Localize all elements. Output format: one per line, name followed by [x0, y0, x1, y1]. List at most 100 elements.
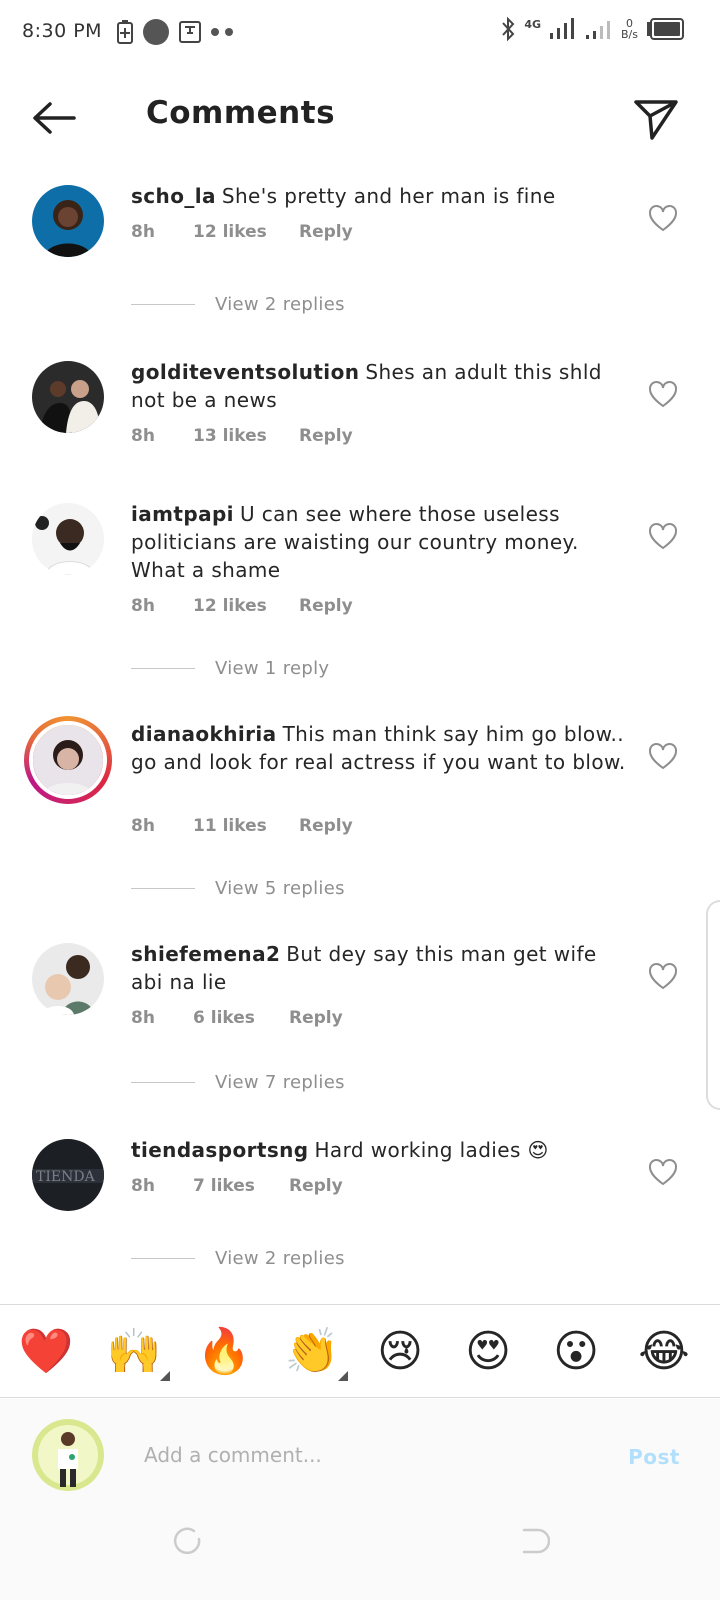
- view-replies-label: View 2 replies: [215, 294, 345, 315]
- paper-plane-icon: [634, 100, 678, 140]
- comment-time: 8h: [131, 1176, 155, 1196]
- avatar[interactable]: [32, 943, 104, 1015]
- reply-button[interactable]: Reply: [299, 596, 353, 616]
- post-button[interactable]: Post: [628, 1445, 680, 1469]
- more-notifications-icon: [211, 28, 233, 36]
- heart-icon[interactable]: [648, 962, 678, 990]
- comment-meta: 8h 7 likes Reply: [131, 1176, 343, 1196]
- view-replies-button[interactable]: View 2 replies: [131, 294, 345, 315]
- status-system-icons: 4G 0 B/s: [500, 16, 684, 42]
- user-photo-icon: TIENDA: [32, 1139, 104, 1211]
- comment-input[interactable]: [144, 1435, 604, 1475]
- comment-time: 8h: [131, 222, 155, 242]
- back-nav-icon[interactable]: [520, 1526, 550, 1556]
- comment-likes[interactable]: 12 likes: [193, 596, 299, 616]
- emoji-fire-button[interactable]: 🔥: [194, 1327, 254, 1377]
- comment-time: 8h: [131, 1008, 155, 1028]
- comment-likes[interactable]: 7 likes: [193, 1176, 289, 1196]
- comments-header: Comments: [0, 80, 720, 156]
- reply-button[interactable]: Reply: [299, 426, 353, 446]
- sim-notification-icon: [179, 21, 201, 43]
- signal-strength-icon: [550, 18, 575, 39]
- view-replies-label: View 7 replies: [215, 1072, 345, 1093]
- user-photo-icon: [32, 503, 104, 575]
- comment-username[interactable]: shiefemena2: [131, 942, 280, 966]
- avatar-with-story-ring[interactable]: [24, 716, 112, 804]
- home-nav-icon[interactable]: [172, 1526, 202, 1556]
- status-bar: 8:30 PM 4G 0 B/s: [0, 0, 720, 64]
- heart-icon[interactable]: [648, 380, 678, 408]
- emoji-heart-eyes-button[interactable]: 😍: [458, 1327, 518, 1377]
- avatar[interactable]: [32, 503, 104, 575]
- comment-meta: 8h 12 likes Reply: [131, 596, 353, 616]
- comment-username[interactable]: scho_la: [131, 184, 216, 208]
- emoji-raised-hands-button[interactable]: 🙌: [104, 1326, 170, 1381]
- comment-likes[interactable]: 13 likes: [193, 426, 299, 446]
- replies-divider: [131, 888, 195, 889]
- side-panel-handle[interactable]: [706, 900, 720, 1110]
- emoji-heart-button[interactable]: ❤️: [16, 1327, 76, 1377]
- comment-text: scho_la She's pretty and her man is fine: [131, 182, 626, 210]
- reply-button[interactable]: Reply: [299, 222, 353, 242]
- emoji-laughing-button[interactable]: 😂: [634, 1327, 694, 1377]
- view-replies-button[interactable]: View 1 reply: [131, 658, 329, 679]
- user-photo-icon: [33, 725, 103, 795]
- comment-body: Hard working ladies 😍: [314, 1138, 549, 1162]
- skin-tone-indicator-icon: [160, 1371, 170, 1381]
- comment-text: dianaokhiria This man think say him go bl…: [131, 720, 626, 776]
- comment-composer: Post: [0, 1399, 720, 1600]
- comment-username[interactable]: iamtpapi: [131, 502, 234, 526]
- signal-strength-2-icon: [586, 21, 611, 39]
- page-title: Comments: [146, 95, 336, 131]
- comment-likes[interactable]: 6 likes: [193, 1008, 289, 1028]
- bluetooth-icon: [502, 16, 515, 42]
- circle-notification-icon: [143, 19, 169, 45]
- heart-icon[interactable]: [648, 1158, 678, 1186]
- comment-time: 8h: [131, 596, 155, 616]
- comment-meta: 8h 12 likes Reply: [131, 222, 353, 242]
- share-button[interactable]: [632, 94, 680, 142]
- reply-button[interactable]: Reply: [289, 1176, 343, 1196]
- heart-icon[interactable]: [648, 204, 678, 232]
- comment-text: shiefemena2 But dey say this man get wife…: [131, 940, 626, 996]
- comment-text: iamtpapi U can see where those useless po…: [131, 500, 626, 584]
- emoji-clap-button[interactable]: 👏: [282, 1326, 348, 1381]
- heart-icon[interactable]: [648, 522, 678, 550]
- emoji-crying-button[interactable]: 😢: [370, 1327, 430, 1377]
- heart-icon[interactable]: [648, 742, 678, 770]
- back-button[interactable]: [30, 98, 82, 138]
- emoji-raised-hands-glyph: 🙌: [106, 1326, 162, 1377]
- avatar[interactable]: [32, 185, 104, 257]
- skin-tone-indicator-icon: [338, 1371, 348, 1381]
- comment-text: golditeventsolution Shes an adult this sh…: [131, 358, 626, 414]
- emoji-clap-glyph: 👏: [284, 1326, 340, 1377]
- emoji-surprised-button[interactable]: 😮: [546, 1327, 606, 1377]
- comment-username[interactable]: golditeventsolution: [131, 360, 359, 384]
- avatar[interactable]: TIENDA: [32, 1139, 104, 1211]
- arrow-left-icon: [33, 102, 76, 134]
- comments-list[interactable]: scho_la She's pretty and her man is fine …: [0, 164, 720, 1304]
- comment-meta: 8h 11 likes Reply: [131, 816, 353, 836]
- view-replies-label: View 2 replies: [215, 1248, 345, 1269]
- svg-text:TIENDA: TIENDA: [36, 1169, 96, 1185]
- user-photo-icon: [32, 185, 104, 257]
- comment-text: tiendasportsng Hard working ladies 😍: [131, 1136, 626, 1164]
- avatar[interactable]: [32, 361, 104, 433]
- comment-time: 8h: [131, 816, 155, 836]
- view-replies-button[interactable]: View 5 replies: [131, 878, 345, 899]
- comment-likes[interactable]: 11 likes: [193, 816, 299, 836]
- reply-button[interactable]: Reply: [289, 1008, 343, 1028]
- replies-divider: [131, 668, 195, 669]
- battery-saver-icon: [117, 20, 133, 44]
- view-replies-button[interactable]: View 7 replies: [131, 1072, 345, 1093]
- emoji-quick-bar: ❤️ 🙌 🔥 👏 😢 😍 😮 😂: [0, 1304, 720, 1398]
- comment-likes[interactable]: 12 likes: [193, 222, 299, 242]
- current-user-avatar: [32, 1419, 104, 1491]
- comment-meta: 8h 13 likes Reply: [131, 426, 353, 446]
- comment-username[interactable]: tiendasportsng: [131, 1138, 308, 1162]
- comment-username[interactable]: dianaokhiria: [131, 722, 277, 746]
- reply-button[interactable]: Reply: [299, 816, 353, 836]
- comment-body: She's pretty and her man is fine: [221, 184, 556, 208]
- view-replies-button[interactable]: View 2 replies: [131, 1248, 345, 1269]
- avatar: [29, 721, 107, 799]
